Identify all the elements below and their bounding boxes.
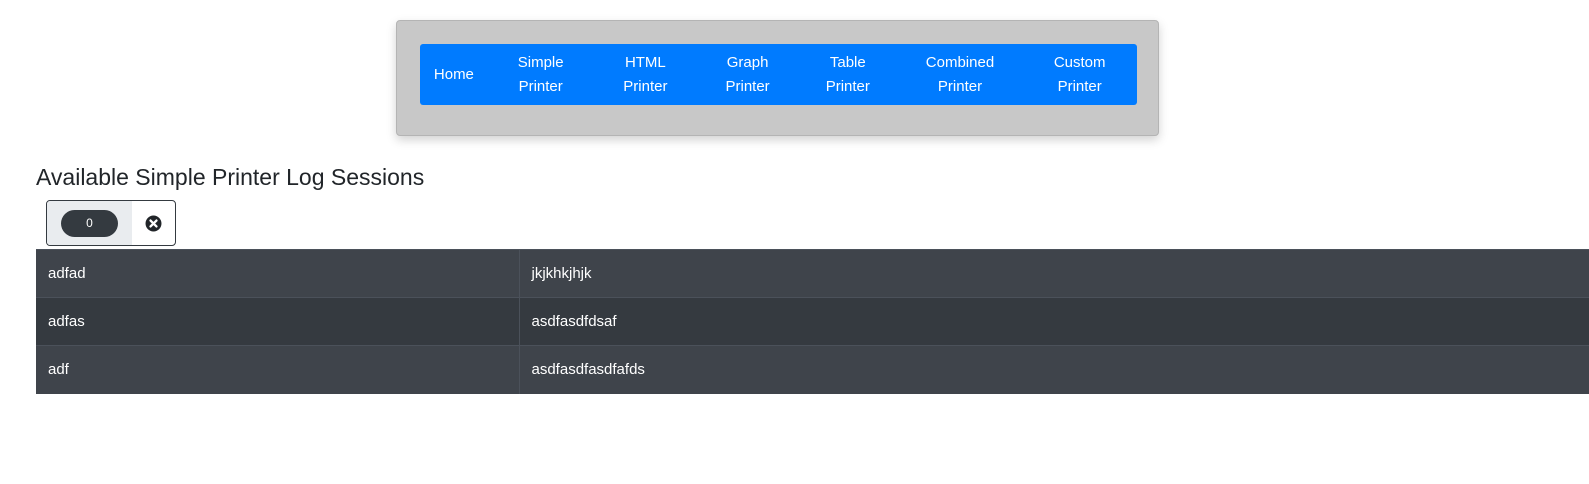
nav-custom-printer[interactable]: Custom Printer	[1022, 51, 1137, 99]
session-value: jkjkhkjhjk	[519, 249, 1589, 298]
clear-button[interactable]	[132, 201, 175, 245]
session-name: adfas	[36, 297, 520, 346]
nav-combined-printer[interactable]: Combined Printer	[898, 51, 1023, 99]
table-row[interactable]: adfas asdfasdfdsaf	[36, 297, 1589, 346]
nav-graph-printer[interactable]: Graph Printer	[697, 51, 798, 99]
session-name: adfad	[36, 249, 520, 298]
session-name: adf	[36, 345, 520, 394]
navbar: Home Simple Printer HTML Printer Graph P…	[420, 44, 1137, 105]
table-row[interactable]: adf asdfasdfasdfafds	[36, 345, 1589, 394]
table-row[interactable]: adfad jkjkhkjhjk	[36, 249, 1589, 298]
page-title: Available Simple Printer Log Sessions	[36, 164, 425, 190]
count-badge: 0	[61, 209, 118, 237]
session-value: asdfasdfasdfafds	[519, 345, 1589, 394]
nav-table-printer[interactable]: Table Printer	[798, 51, 898, 99]
session-counter-group: 0	[46, 200, 176, 246]
nav-home[interactable]: Home	[420, 63, 488, 87]
times-circle-icon	[145, 215, 162, 231]
nav-simple-printer[interactable]: Simple Printer	[488, 51, 594, 99]
sessions-table: adfad jkjkhkjhjk adfas asdfasdfdsaf adf …	[36, 249, 1589, 394]
nav-card: Home Simple Printer HTML Printer Graph P…	[396, 20, 1159, 136]
counter-container: 0	[47, 201, 132, 245]
session-value: asdfasdfdsaf	[519, 297, 1589, 346]
nav-html-printer[interactable]: HTML Printer	[594, 51, 698, 99]
